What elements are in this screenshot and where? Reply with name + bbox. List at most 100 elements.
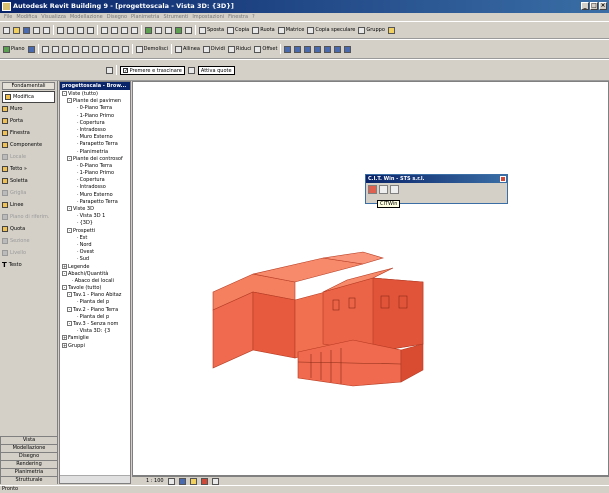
design-item-modifica[interactable]: Modifica (2, 91, 55, 103)
expand-icon[interactable]: + (62, 263, 67, 269)
design-item-tetto[interactable]: Tetto » (0, 163, 57, 175)
tree-node[interactable]: ·Copertura (60, 177, 130, 184)
gruppo-button[interactable]: Gruppo (358, 25, 385, 35)
tree-node[interactable]: - Tav.3 - Senza nom (60, 321, 130, 328)
tree-node[interactable]: ·Intradosso (60, 127, 130, 134)
model-graphics-icon[interactable] (178, 477, 186, 485)
design-item-muro[interactable]: Muro (0, 103, 57, 115)
hide-icon[interactable] (211, 477, 219, 485)
collapse-icon[interactable]: - (67, 306, 72, 312)
shadows-icon[interactable] (189, 477, 197, 485)
citwin-close-icon[interactable] (500, 176, 506, 182)
expand-icon[interactable]: + (62, 342, 67, 348)
tree-node[interactable]: ·Muro Esterno (60, 134, 130, 141)
copia-button[interactable]: Copia (227, 25, 249, 35)
menu-finestra[interactable]: Finestra (228, 13, 248, 21)
tree-node[interactable]: ·Vista 3D 1 (60, 213, 130, 220)
tree-node[interactable]: ·Muro Esterno (60, 192, 130, 199)
zoom-region-icon[interactable] (155, 26, 162, 34)
workplane-icon[interactable] (27, 45, 35, 53)
collapse-icon[interactable]: - (67, 227, 72, 233)
tree-node[interactable]: + Famiglie (60, 335, 130, 342)
tree-node[interactable]: ·Pianta del p (60, 299, 130, 306)
match-icon[interactable] (101, 45, 109, 53)
dividi-button[interactable]: Dividi (202, 44, 225, 54)
citwin-tool-2-icon[interactable] (379, 185, 388, 194)
citwin-tool-3-icon[interactable] (390, 185, 399, 194)
tree-node[interactable]: - Tav.1 - Piano Abitaz (60, 292, 130, 299)
menu-disegno[interactable]: Disegno (107, 13, 127, 21)
shading-icon[interactable] (165, 26, 172, 34)
open-icon[interactable] (13, 26, 20, 34)
tree-node[interactable]: ·Nord (60, 242, 130, 249)
edit-icon[interactable] (121, 45, 129, 53)
minimize-icon[interactable]: _ (581, 2, 589, 10)
help-icon[interactable] (131, 26, 138, 34)
copy-icon[interactable] (67, 26, 74, 34)
collapse-icon[interactable]: - (67, 155, 72, 161)
tree-node[interactable]: - Tavole (tutto) (60, 285, 130, 292)
new-icon[interactable] (3, 26, 10, 34)
premere-trascinare-checkbox[interactable]: ✓ (123, 67, 128, 73)
attiva-quote-button[interactable]: Attiva quote (197, 65, 235, 75)
zoom-icon[interactable] (145, 26, 152, 34)
allinea-button[interactable]: Allinea (174, 44, 200, 54)
menu-modellazione[interactable]: Modellazione (70, 13, 103, 21)
menu-modifica[interactable]: Modifica (16, 13, 37, 21)
menu-visualizza[interactable]: Visualizza (41, 13, 66, 21)
line-weight-icon[interactable] (51, 45, 59, 53)
tree-node[interactable]: ·Abaco dei locali (60, 278, 130, 285)
tree-node[interactable]: ·1-Piano Primo (60, 170, 130, 177)
premere-trascinare-option[interactable]: ✓ Premere e trascinare (120, 65, 185, 75)
collapse-icon[interactable]: - (67, 206, 72, 211)
menu-help[interactable]: ? (252, 13, 255, 21)
design-item-componente[interactable]: Componente (0, 139, 57, 151)
pin-icon[interactable] (387, 26, 395, 34)
tree-node[interactable]: ·Parapetto Terra (60, 141, 130, 148)
collapse-icon[interactable]: - (67, 98, 72, 104)
maximize-icon[interactable]: □ (590, 2, 598, 10)
tab-vista[interactable]: Vista (0, 436, 58, 444)
preview-icon[interactable] (43, 26, 50, 34)
save-icon[interactable] (23, 26, 30, 34)
design-bar-header[interactable]: Fondamentali (2, 82, 55, 90)
tree-node[interactable]: ·{3D} (60, 220, 130, 227)
tab-planimetria[interactable]: Planimetria (0, 468, 58, 476)
ruota-button[interactable]: Ruota (252, 25, 275, 35)
menu-file[interactable]: File (4, 13, 12, 21)
tree-node[interactable]: - Prospetti (60, 227, 130, 235)
design-item-linee[interactable]: Linee (0, 199, 57, 211)
expand-icon[interactable]: + (62, 335, 67, 341)
undo-icon[interactable] (101, 26, 108, 34)
tree-node[interactable]: ·Ovest (60, 249, 130, 256)
scale-label[interactable]: 1 : 100 (146, 478, 164, 484)
browser-hscrollbar[interactable] (60, 475, 130, 483)
tree-node[interactable]: - Piante dei controsof (60, 155, 130, 163)
sposta-button[interactable]: Sposta (199, 25, 224, 35)
tree-node[interactable]: + Legende (60, 263, 130, 271)
citwin-tool-1-icon[interactable] (368, 185, 377, 194)
delete-icon[interactable] (87, 26, 94, 34)
tree-node[interactable]: - Viste (tutto) (60, 91, 130, 98)
tree-node[interactable]: ·Vista 3D: {3 (60, 328, 130, 335)
view-tool-1-icon[interactable] (284, 45, 292, 53)
select-icon[interactable] (121, 26, 128, 34)
paste-icon[interactable] (77, 26, 84, 34)
design-item-finestra[interactable]: Finestra (0, 127, 57, 139)
piano-button[interactable]: Piano (3, 44, 25, 54)
tree-node[interactable]: ·Parapetto Terra (60, 199, 130, 206)
tab-modellazione[interactable]: Modellazione (0, 444, 58, 452)
view-tool-5-icon[interactable] (324, 45, 332, 53)
view-tool-6-icon[interactable] (334, 45, 342, 53)
collapse-icon[interactable]: - (62, 270, 67, 276)
join-icon[interactable] (71, 45, 79, 53)
tree-node[interactable]: ·0-Piano Terra (60, 163, 130, 170)
collapse-icon[interactable]: - (67, 292, 72, 298)
print-icon[interactable] (33, 26, 40, 34)
collapse-icon[interactable]: - (62, 91, 67, 96)
menu-impostazioni[interactable]: Impostazioni (192, 13, 224, 21)
close-icon[interactable]: × (599, 2, 607, 10)
cut-geometry-icon[interactable] (81, 45, 89, 53)
design-item-quota[interactable]: Quota (0, 223, 57, 235)
properties-icon[interactable] (106, 66, 113, 74)
